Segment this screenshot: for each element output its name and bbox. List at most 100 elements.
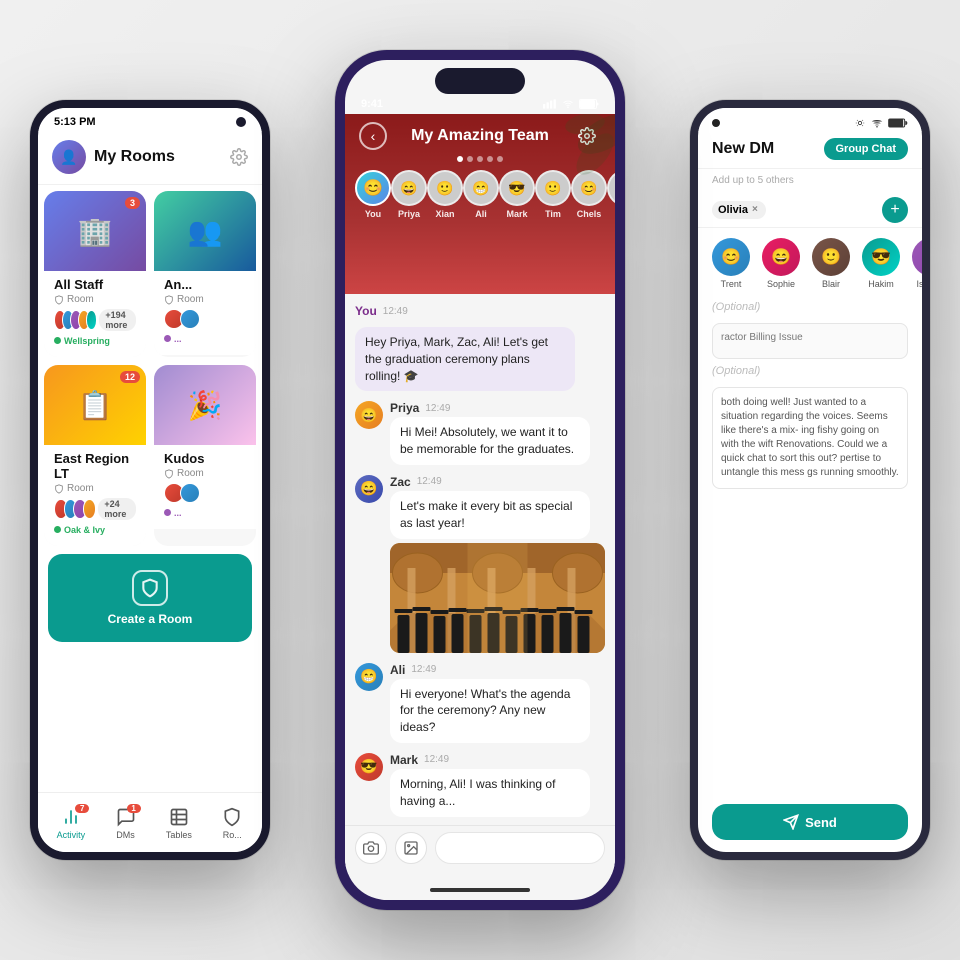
message-priya: 😄 Priya 12:49 Hi Mei! Absolutely, we wan…: [355, 401, 605, 465]
sophie-name: Sophie: [767, 279, 795, 289]
message-input[interactable]: [435, 832, 605, 864]
ali-avatar: 😁: [463, 170, 499, 206]
gear-icon[interactable]: [230, 148, 248, 166]
suggested-people: 😊 Trent 😄 Sophie 🙂 Blair 😎 Hakim 😁 Ismay…: [698, 228, 922, 299]
room-card-kudos[interactable]: 🎉 Kudos Room ...: [154, 365, 256, 546]
message-compose-area[interactable]: both doing well! Just wanted to a situat…: [712, 387, 908, 489]
priya-avatar: 😄: [391, 170, 427, 206]
dm-header: New DM Group Chat: [698, 132, 922, 169]
sug-blair[interactable]: 🙂 Blair: [812, 238, 850, 289]
member-you[interactable]: 😊 You: [355, 170, 391, 219]
left-time: 5:13 PM: [54, 116, 96, 128]
optional-label-1: (Optional): [698, 299, 922, 319]
member-name: Tim: [545, 209, 561, 219]
room-type: Room: [54, 294, 136, 305]
priya-msg-avatar: 😄: [355, 401, 383, 429]
sender-priya: Priya: [390, 401, 419, 415]
member-zac[interactable]: 😄 Zac: [607, 170, 615, 219]
group-chat-button[interactable]: Group Chat: [824, 138, 909, 160]
room-card-all-staff[interactable]: 🏢 3 All Staff Room +194 more: [44, 191, 146, 357]
message-bubble: Hi Mei! Absolutely, we want it to be mem…: [390, 417, 590, 465]
remove-chip-button[interactable]: ×: [752, 204, 758, 215]
sug-sophie[interactable]: 😄 Sophie: [762, 238, 800, 289]
ismaya-name: Ismaya: [916, 279, 930, 289]
rooms-grid: 🏢 3 All Staff Room +194 more: [38, 185, 262, 548]
member-avatars: 😊 You 😄 Priya 🙂 Xian 😁 Ali 😎 Mark 🙂: [345, 164, 615, 219]
member-name: Xian: [435, 209, 454, 219]
member-ali[interactable]: 😁 Ali: [463, 170, 499, 219]
dynamic-island: [435, 68, 525, 94]
sug-ismaya[interactable]: 😁 Ismaya: [912, 238, 930, 289]
activity-badge: 7: [75, 804, 89, 813]
brand-badge: Wellspring: [54, 336, 110, 346]
chat-input-bar: [345, 825, 615, 870]
sug-trent[interactable]: 😊 Trent: [712, 238, 750, 289]
send-label: Send: [805, 815, 837, 830]
nav-rooms[interactable]: Ro...: [221, 806, 243, 840]
left-status-bar: 5:13 PM: [38, 108, 262, 132]
add-recipient-button[interactable]: +: [882, 197, 908, 223]
nav-activity[interactable]: 7 Activity: [57, 806, 86, 840]
room-card-an[interactable]: 👥 An... Room ...: [154, 191, 256, 357]
camera-button[interactable]: [355, 832, 387, 864]
member-mark[interactable]: 😎 Mark: [499, 170, 535, 219]
trent-name: Trent: [721, 279, 742, 289]
zac-msg-avatar: 😄: [355, 475, 383, 503]
chat-header-bar: ‹ My Amazing Team: [345, 114, 615, 154]
member-priya[interactable]: 😄 Priya: [391, 170, 427, 219]
rooms-icon: [221, 806, 243, 828]
sug-hakim[interactable]: 😎 Hakim: [862, 238, 900, 289]
blair-name: Blair: [822, 279, 840, 289]
subject-placeholder: ractor Billing Issue: [721, 332, 803, 343]
user-avatar[interactable]: 👤: [52, 140, 86, 174]
rooms-label: Ro...: [223, 830, 242, 840]
rooms-header: 👤 My Rooms: [38, 132, 262, 185]
center-time: 9:41: [361, 98, 383, 110]
member-name: Chels: [577, 209, 602, 219]
message-bubble: Let's make it every bit as special as la…: [390, 491, 590, 539]
home-indicator: [430, 888, 530, 892]
you-avatar: 😊: [355, 170, 391, 206]
room-type: Room: [54, 483, 136, 494]
member-name: Ali: [475, 209, 487, 219]
member-chels[interactable]: 😊 Chels: [571, 170, 607, 219]
left-phone: 5:13 PM 👤 My Rooms 🏢 3 All Staff Room: [30, 100, 270, 860]
room-icon: [132, 570, 168, 606]
mark-content: Mark 12:49 Morning, Ali! I was thinking …: [390, 753, 605, 817]
ali-msg-avatar: 😁: [355, 663, 383, 691]
left-camera: [236, 117, 246, 127]
add-others-label: Add up to 5 others: [698, 169, 922, 192]
sender-mark: Mark: [390, 753, 418, 767]
room-name: All Staff: [54, 277, 136, 292]
room-avatars: +24 more: [54, 498, 136, 520]
back-button[interactable]: ‹: [359, 122, 387, 150]
avatar-icon: 👤: [52, 140, 86, 174]
olivia-chip[interactable]: Olivia ×: [712, 201, 766, 219]
create-room-card[interactable]: Create a Room: [48, 554, 252, 642]
room-card-east[interactable]: 📋 12 East Region LT Room +24 more: [44, 365, 146, 546]
room-avatars: [164, 309, 246, 329]
sophie-avatar: 😄: [762, 238, 800, 276]
notif-badge: 3: [125, 197, 140, 209]
image-button[interactable]: [395, 832, 427, 864]
message-mark: 😎 Mark 12:49 Morning, Ali! I was thinkin…: [355, 753, 605, 817]
chat-messages: You 12:49 Hey Priya, Mark, Zac, Ali! Let…: [345, 294, 615, 874]
dms-badge: 1: [127, 804, 141, 813]
member-tim[interactable]: 🙂 Tim: [535, 170, 571, 219]
hakim-avatar: 😎: [862, 238, 900, 276]
mark-avatar: 😎: [499, 170, 535, 206]
tables-icon: [168, 806, 190, 828]
subject-input[interactable]: ractor Billing Issue: [712, 323, 908, 359]
rooms-title: My Rooms: [94, 148, 222, 166]
nav-tables[interactable]: Tables: [166, 806, 192, 840]
notif-badge: 12: [120, 371, 140, 383]
send-button[interactable]: Send: [712, 804, 908, 840]
settings-button[interactable]: [573, 122, 601, 150]
center-phone: 9:41 ‹ My Amazing Team: [335, 50, 625, 910]
member-xian[interactable]: 🙂 Xian: [427, 170, 463, 219]
ismaya-avatar: 😁: [912, 238, 930, 276]
message-you: You 12:49 Hey Priya, Mark, Zac, Ali! Let…: [355, 304, 605, 391]
member-name: You: [365, 209, 381, 219]
status-icons: [854, 118, 908, 128]
nav-dms[interactable]: 1 DMs: [115, 806, 137, 840]
